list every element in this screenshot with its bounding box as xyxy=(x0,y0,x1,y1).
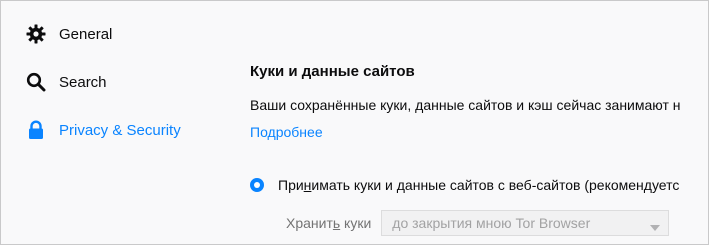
sidebar-item-general[interactable]: General xyxy=(25,21,112,47)
sidebar-item-privacy-security[interactable]: Privacy & Security xyxy=(25,117,181,143)
lock-icon xyxy=(25,119,47,141)
sidebar-item-label: Privacy & Security xyxy=(59,121,181,139)
radio-button-selected[interactable] xyxy=(250,178,264,192)
search-icon xyxy=(25,71,47,93)
sidebar: General Search Privacy & Security xyxy=(1,1,226,244)
keep-cookies-dropdown[interactable]: до закрытия мною Tor Browser xyxy=(381,210,670,236)
dropdown-value: до закрытия мною Tor Browser xyxy=(392,215,591,231)
sidebar-item-label: General xyxy=(59,25,113,43)
preferences-window: General Search Privacy & Security Куки и… xyxy=(0,0,709,245)
section-heading: Куки и данные сайтов xyxy=(250,63,415,80)
chevron-down-icon xyxy=(650,219,661,235)
storage-description: Ваши сохранённые куки, данные сайтов и к… xyxy=(250,97,681,113)
accept-cookies-option[interactable]: Принимать куки и данные сайтов с веб-сай… xyxy=(250,175,679,195)
cookies-section: Куки и данные сайтов Ваши сохранённые ку… xyxy=(250,1,708,244)
sidebar-item-label: Search xyxy=(59,73,107,91)
sidebar-item-search[interactable]: Search xyxy=(25,69,107,95)
learn-more-link[interactable]: Подробнее xyxy=(250,124,323,140)
keep-cookies-row: Хранить куки до закрытия мною Tor Browse… xyxy=(286,209,670,237)
gear-icon xyxy=(25,23,47,45)
accept-cookies-label: Принимать куки и данные сайтов с веб-сай… xyxy=(278,177,680,193)
keep-cookies-label: Хранить куки xyxy=(286,215,372,231)
